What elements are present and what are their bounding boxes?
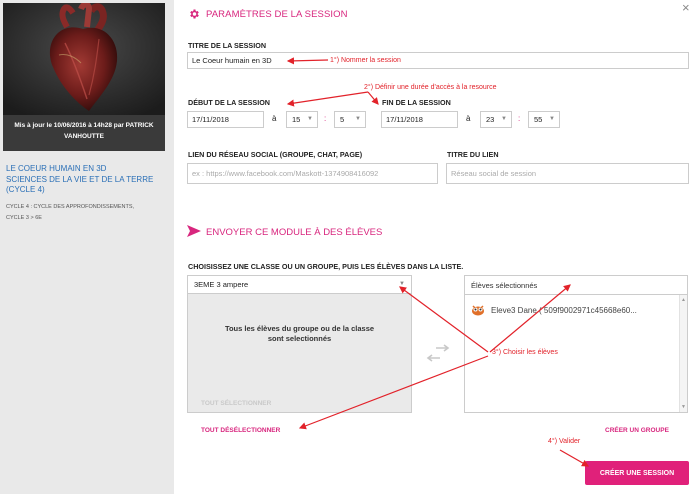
module-sidebar: Mis à jour le 10/06/2016 à 14h28 par PAT… [0, 0, 174, 494]
create-session-button[interactable]: CRÉER UNE SESSION [585, 461, 689, 485]
end-hour-select[interactable]: 23 ▼ [480, 111, 512, 128]
selected-students-title: Élèves sélectionnés [471, 281, 538, 290]
scroll-down-icon[interactable]: ▼ [681, 404, 686, 410]
group-select-value: 3EME 3 ampere [194, 280, 249, 289]
module-meta-line: CYCLE 4 : CYCLE DES APPROFONDISSEMENTS, [6, 204, 135, 210]
module-title-line[interactable]: LE COEUR HUMAIN EN 3D [6, 164, 166, 175]
colon-separator: : [324, 114, 327, 123]
gear-icon [190, 9, 199, 19]
group-select[interactable]: 3EME 3 ampere ▼ [188, 276, 411, 294]
chevron-down-icon: ▼ [399, 281, 405, 287]
deselect-all-link[interactable]: TOUT DÉSÉLECTIONNER [201, 427, 280, 434]
end-minute-select[interactable]: 55 ▼ [528, 111, 560, 128]
scrollbar[interactable]: ▲ ▼ [679, 295, 687, 412]
student-name: Eleve3 Dane ( 509f9002971c45668e60... [491, 305, 637, 315]
start-hour-select[interactable]: 15 ▼ [286, 111, 318, 128]
module-meta-line: CYCLE 3 > 6E [6, 215, 42, 221]
module-thumbnail [3, 3, 165, 115]
end-minute-value: 55 [534, 115, 543, 124]
link-title-input[interactable]: Réseau social de session [446, 163, 689, 184]
start-date-input[interactable]: 17/11/2018 [187, 111, 264, 128]
annotation-step2: 2°) Définir une durée d'accès à la resou… [364, 84, 497, 91]
close-icon[interactable]: × [682, 0, 690, 15]
session-title-input[interactable]: Le Coeur humain en 3D [187, 52, 689, 69]
arrow-step2-start [286, 91, 369, 107]
module-meta: CYCLE 4 : CYCLE DES APPROFONDISSEMENTS, … [6, 202, 171, 224]
create-group-link[interactable]: CRÉER UN GROUPE [605, 427, 669, 434]
divider [465, 294, 687, 295]
heart-image [3, 3, 165, 115]
annotation-step4: 4°) Valider [548, 438, 581, 445]
module-title[interactable]: LE COEUR HUMAIN EN 3D SCIENCES DE LA VIE… [6, 164, 166, 196]
start-minute-select[interactable]: 5 ▼ [334, 111, 366, 128]
end-hour-value: 23 [486, 115, 495, 124]
chevron-down-icon: ▼ [549, 116, 555, 122]
group-student-list[interactable]: Tous les élèves du groupe ou de la class… [188, 294, 411, 412]
colon-separator: : [518, 114, 521, 123]
arrow-step2-end [367, 91, 379, 105]
link-title-label: TITRE DU LIEN [447, 150, 499, 159]
arrow-step4 [559, 449, 590, 467]
student-avatar-icon [472, 305, 484, 316]
end-label: FIN DE LA SESSION [382, 98, 451, 107]
start-minute-value: 5 [340, 115, 345, 124]
annotation-step3: 3°) Choisir les élèves [492, 349, 558, 356]
social-link-input[interactable]: ex : https://www.facebook.com/Maskott-13… [187, 163, 438, 184]
chevron-down-icon: ▼ [501, 116, 507, 122]
module-title-line[interactable]: (CYCLE 4) [6, 185, 166, 196]
end-date-input[interactable]: 17/11/2018 [381, 111, 458, 128]
social-link-label: LIEN DU RÉSEAU SOCIAL (GROUPE, CHAT, PAG… [188, 150, 363, 159]
start-label: DÉBUT DE LA SESSION [188, 98, 270, 107]
section-title: PARAMÈTRES DE LA SESSION [206, 9, 348, 20]
chevron-down-icon: ▼ [307, 116, 313, 122]
start-hour-value: 15 [292, 115, 301, 124]
session-title-label: TITRE DE LA SESSION [188, 41, 267, 50]
list-item[interactable]: Eleve3 Dane ( 509f9002971c45668e60... [471, 302, 676, 318]
group-panel: 3EME 3 ampere ▼ Tous les élèves du group… [187, 275, 412, 413]
update-info: Mis à jour le 10/06/2016 à 14h28 par PAT… [3, 115, 165, 151]
group-message: Tous les élèves du groupe ou de la class… [224, 324, 375, 343]
selected-students-panel: Élèves sélectionnés Eleve3 Dane ( 509f90… [464, 275, 688, 413]
annotation-step1: 1°) Nommer la session [330, 57, 401, 64]
scroll-up-icon[interactable]: ▲ [681, 297, 686, 303]
send-section-title: ENVOYER CE MODULE À DES ÉLÈVES [206, 227, 383, 238]
module-title-line[interactable]: SCIENCES DE LA VIE ET DE LA TERRE [6, 175, 166, 186]
transfer-arrows-icon[interactable] [426, 344, 450, 362]
choose-instruction: CHOISISSEZ UNE CLASSE OU UN GROUPE, PUIS… [188, 262, 464, 271]
chevron-down-icon: ▼ [355, 116, 361, 122]
at-label: à [466, 114, 471, 123]
select-all-link[interactable]: TOUT SÉLECTIONNER [201, 400, 271, 407]
at-label: à [272, 114, 277, 123]
send-icon [187, 225, 201, 237]
